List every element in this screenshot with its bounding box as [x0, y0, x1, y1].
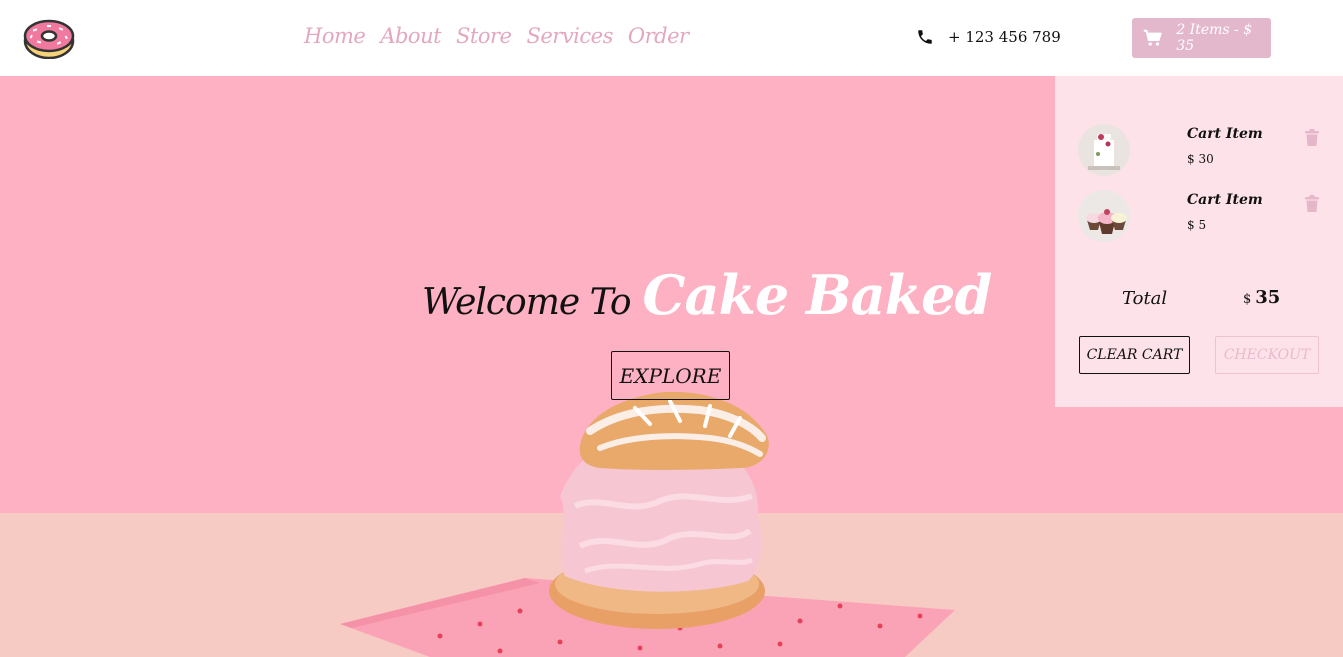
cart-summary-button[interactable]: 2 Items - $ 35 [1132, 18, 1271, 58]
cart-total-currency: $ [1243, 292, 1252, 307]
trash-icon[interactable] [1304, 129, 1320, 147]
cart-item-name: Cart Item [1187, 192, 1263, 208]
cart-item: Cart Item $ 30 [1055, 124, 1343, 176]
hero-welcome-text: Welcome To [422, 282, 631, 323]
navbar: Home About Store Services Order + 123 45… [0, 0, 1343, 76]
cart-item: Cart Item $ 5 [1055, 190, 1343, 242]
cart-item-price: $ 30 [1187, 152, 1214, 166]
nav-home-link[interactable]: Home [304, 24, 366, 48]
checkout-button[interactable]: CHECKOUT [1215, 336, 1319, 374]
trash-icon[interactable] [1304, 195, 1320, 213]
phone-contact: + 123 456 789 [916, 28, 1061, 46]
cart-total-value: $35 [1243, 287, 1280, 308]
nav-about-link[interactable]: About [380, 24, 441, 48]
cake-thumbnail[interactable] [1078, 124, 1130, 176]
cart-item-price: $ 5 [1187, 218, 1207, 232]
cart-item-name: Cart Item [1187, 126, 1263, 142]
nav-order-link[interactable]: Order [628, 24, 689, 48]
cart-dropdown-panel: Cart Item $ 30 Cart Item $ 5 Total $35 C… [1055, 76, 1343, 407]
cupcake-thumbnail[interactable] [1078, 190, 1130, 242]
main-nav: Home About Store Services Order [304, 24, 689, 48]
nav-store-link[interactable]: Store [456, 24, 512, 48]
nav-services-link[interactable]: Services [526, 24, 613, 48]
hero-heading: Welcome To Cake Baked [422, 263, 993, 327]
shopping-cart-icon [1143, 29, 1162, 46]
clear-cart-button[interactable]: CLEAR CART [1079, 336, 1190, 374]
hero-brand-text: Cake Baked [642, 263, 993, 327]
cart-total-label: Total [1122, 288, 1168, 309]
phone-icon [918, 30, 932, 44]
phone-number: + 123 456 789 [948, 28, 1061, 46]
cart-summary-label: 2 Items - $ 35 [1176, 22, 1253, 54]
donut-icon[interactable] [23, 17, 75, 59]
cart-total-amount: 35 [1255, 287, 1281, 308]
explore-button[interactable]: EXPLORE [611, 351, 730, 400]
